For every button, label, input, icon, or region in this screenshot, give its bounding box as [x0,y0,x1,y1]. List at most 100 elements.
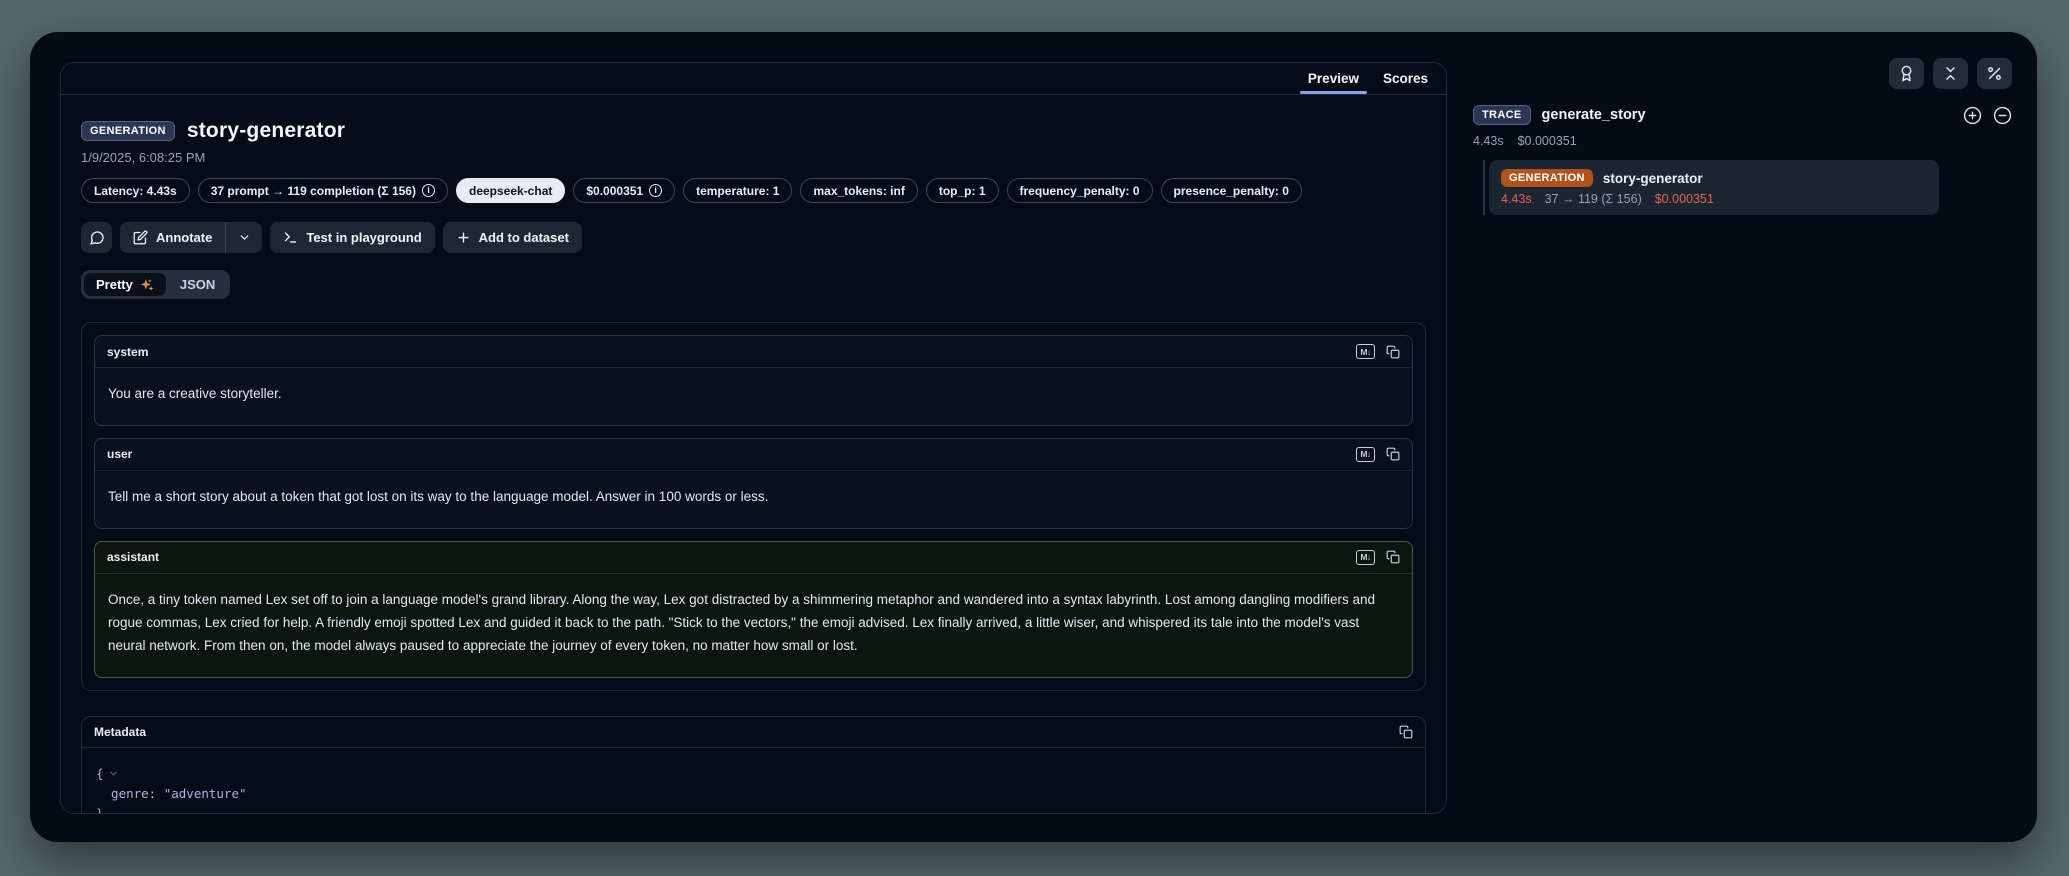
pretty-view-toggle[interactable]: Pretty [84,273,166,296]
markdown-toggle-icon[interactable]: M↓ [1356,447,1375,462]
view-format-toggle: Pretty JSON [81,270,230,299]
trace-cost: $0.000351 [1518,134,1577,148]
app-window: Preview Scores GENERATION story-generato… [30,32,2037,842]
json-view-toggle[interactable]: JSON [168,273,227,296]
detail-panel-content: GENERATION story-generator 1/9/2025, 6:0… [61,95,1446,814]
generation-type-badge: GENERATION [81,121,175,141]
cost-badge[interactable]: $0.000351 i [573,178,675,203]
sparkles-icon [140,278,154,292]
frequency-penalty-badge: frequency_penalty: 0 [1007,178,1153,203]
award-icon [1898,65,1915,82]
observation-tree-item[interactable]: GENERATION story-generator 4.43s 37 → 11… [1489,160,1939,215]
message-content: You are a creative storyteller. [95,368,1412,425]
observation-metrics: 4.43s 37 → 119 (Σ 156) $0.000351 [1501,192,1927,206]
observation-latency: 4.43s [1501,192,1532,206]
observation-detail-panel: Preview Scores GENERATION story-generato… [60,62,1447,814]
trace-root-row[interactable]: TRACE generate_story [1473,105,2012,125]
observation-cost: $0.000351 [1655,192,1714,206]
system-message-header: system M↓ [95,336,1412,368]
terminal-icon [283,230,298,245]
message-actions: M↓ [1356,550,1400,565]
metadata-block: Metadata { genre: "adventure" } [81,716,1426,814]
max-tokens-badge: max_tokens: inf [800,178,917,203]
observation-tokens: 37 → 119 (Σ 156) [1545,192,1642,206]
messages-container: system M↓ You are a creative storyteller… [81,322,1426,691]
add-dataset-label: Add to dataset [479,230,569,245]
trace-name: generate_story [1542,107,1646,123]
top-p-badge: top_p: 1 [926,178,999,203]
info-icon[interactable]: i [649,184,662,197]
scores-award-button[interactable] [1889,58,1924,89]
metrics-percent-button[interactable] [1977,58,2012,89]
page-title: story-generator [187,119,345,143]
message-role-label: user [107,447,132,461]
playground-label: Test in playground [306,230,421,245]
percent-icon [1986,65,2003,82]
latency-badge: Latency: 4.43s [81,178,190,203]
cost-label: $0.000351 [586,184,643,198]
annotate-button[interactable]: Annotate [120,222,225,253]
message-role-label: system [107,345,148,359]
annotate-dropdown-button[interactable] [226,222,262,253]
annotate-label: Annotate [156,230,212,245]
json-line: { [96,764,1411,784]
test-in-playground-button[interactable]: Test in playground [270,222,434,253]
badges-row: Latency: 4.43s 37 prompt → 119 completio… [81,178,1426,203]
observation-name: story-generator [1603,171,1703,186]
chevrons-collapse-icon [1942,65,1959,82]
message-content: Tell me a short story about a token that… [95,471,1412,528]
copy-icon[interactable] [1386,550,1400,564]
trace-latency: 4.43s [1473,134,1504,148]
observation-item-header: GENERATION story-generator [1501,169,1927,187]
copy-icon[interactable] [1386,447,1400,461]
message-content: Once, a tiny token named Lex set off to … [95,574,1412,677]
circle-plus-icon [1963,106,1982,125]
json-line: } [96,804,1411,814]
add-to-dataset-button[interactable]: Add to dataset [443,222,582,253]
toolbar: Annotate Test in playground [81,222,1426,253]
plus-icon [456,230,471,245]
message-actions: M↓ [1356,344,1400,359]
assistant-message-block: assistant M↓ Once, a tiny token named Le… [94,541,1413,678]
metadata-header: Metadata [82,717,1425,748]
timestamp: 1/9/2025, 6:08:25 PM [81,150,1426,165]
observation-tree: GENERATION story-generator 4.43s 37 → 11… [1483,160,2012,215]
collapse-panel-button[interactable] [1933,58,1968,89]
trace-type-badge: TRACE [1473,105,1531,125]
info-icon[interactable]: i [422,184,435,197]
user-message-block: user M↓ Tell me a short story about a to… [94,438,1413,529]
collapse-caret-icon[interactable] [108,768,119,779]
chevron-down-icon [238,231,251,244]
assistant-message-header: assistant M↓ [95,542,1412,574]
tab-scores[interactable]: Scores [1373,63,1438,94]
trace-tree-panel: TRACE generate_story 4.43s $0.000351 GEN… [1473,58,2012,215]
collapse-all-button[interactable] [1993,106,2012,125]
token-usage-label: 37 prompt → 119 completion (Σ 156) [211,184,416,198]
trace-panel-actions [1473,58,2012,89]
json-line: genre: "adventure" [96,784,1411,804]
tab-preview[interactable]: Preview [1298,63,1369,94]
message-role-label: assistant [107,550,159,564]
observation-generation-badge: GENERATION [1501,169,1593,187]
comment-button[interactable] [81,222,112,253]
expand-all-button[interactable] [1963,106,1982,125]
model-badge[interactable]: deepseek-chat [456,178,565,203]
markdown-toggle-icon[interactable]: M↓ [1356,344,1375,359]
markdown-toggle-icon[interactable]: M↓ [1356,550,1375,565]
user-message-header: user M↓ [95,439,1412,471]
system-message-block: system M↓ You are a creative storyteller… [94,335,1413,426]
detail-panel-header: Preview Scores [61,63,1446,95]
presence-penalty-badge: presence_penalty: 0 [1161,178,1302,203]
token-usage-badge[interactable]: 37 prompt → 119 completion (Σ 156) i [198,178,448,203]
message-actions: M↓ [1356,447,1400,462]
copy-icon[interactable] [1386,345,1400,359]
metadata-title: Metadata [94,725,146,739]
json-open-brace: { [96,764,104,784]
title-row: GENERATION story-generator [81,119,1426,143]
circle-minus-icon [1993,106,2012,125]
annotate-split-button: Annotate [120,222,262,253]
pencil-square-icon [133,230,148,245]
pretty-label: Pretty [96,277,133,292]
comment-bubble-icon [89,230,105,246]
copy-icon[interactable] [1399,725,1413,739]
